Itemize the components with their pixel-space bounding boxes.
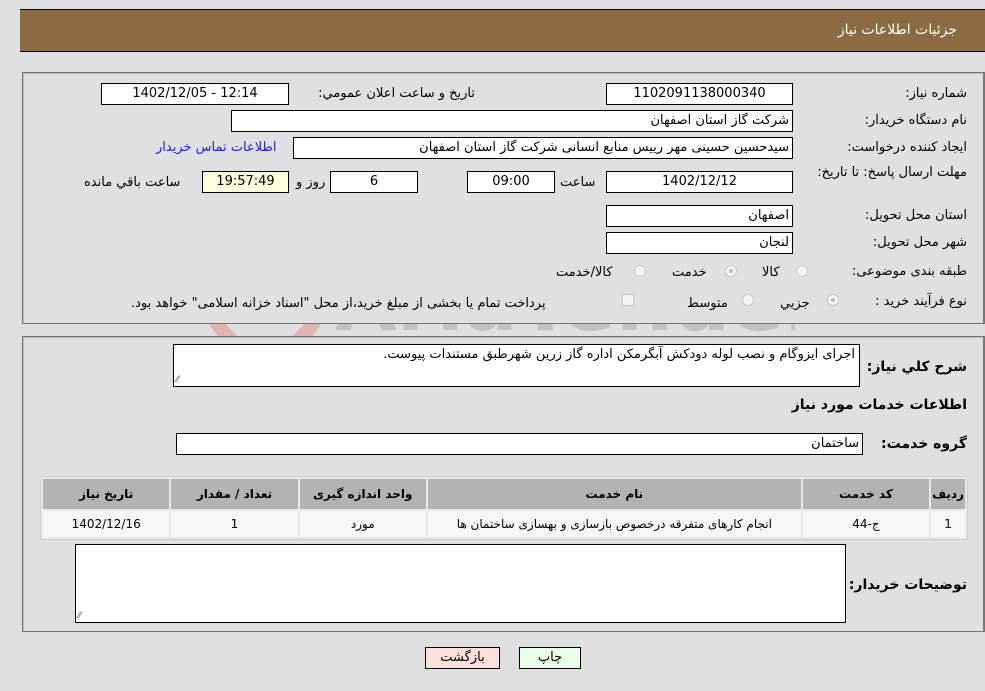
buyer-notes-textarea[interactable]: ⁄⁄: [75, 544, 846, 623]
process-option-minor: جزیي: [780, 296, 810, 311]
category-option-service: خدمت: [672, 265, 707, 280]
cell-quantity: 1: [171, 511, 298, 537]
category-label: طبقه بندی موضوعی:: [851, 264, 967, 279]
resize-grip-icon[interactable]: ⁄⁄: [78, 611, 81, 621]
announce-datetime-label: تاریخ و ساعت اعلان عمومي:: [318, 86, 475, 101]
services-heading: اطلاعات خدمات مورد نیاز: [791, 397, 967, 413]
buyer-org-label: نام دستگاه خریدار:: [864, 113, 967, 128]
need-number-label: شماره نیاز:: [905, 86, 967, 101]
general-desc-textarea[interactable]: اجرای ایزوگام و نصب لوله دودکش آبگرمکن ا…: [173, 344, 860, 387]
deadline-time-label: ساعت: [560, 175, 596, 190]
requester-field: سیدحسین حسینی مهر رییس منابع انسانی شرکت…: [293, 137, 793, 159]
resize-grip-icon[interactable]: ⁄⁄: [176, 375, 179, 385]
buyer-org-field: شرکت گاز استان اصفهان: [231, 110, 793, 132]
treasury-note: پرداخت تمام یا بخشی از مبلغ خرید،از محل …: [131, 296, 546, 311]
announce-datetime-field: 1402/12/05 - 12:14: [101, 83, 289, 105]
print-button[interactable]: چاپ: [519, 647, 581, 669]
purchase-process-label: نوع فرآیند خرید :: [875, 294, 967, 309]
delivery-city-label: شهر محل تحویل:: [872, 235, 967, 250]
category-radio-service[interactable]: [725, 265, 737, 277]
category-radio-goods[interactable]: [796, 265, 808, 277]
days-label: روز و: [296, 175, 326, 190]
cell-need-date: 1402/12/16: [43, 511, 170, 537]
remaining-time-label: ساعت باقي مانده: [84, 175, 181, 190]
delivery-province-label: استان محل تحویل:: [865, 208, 967, 223]
delivery-city-field: لنجان: [606, 232, 793, 254]
col-header-service-name: نام خدمت: [427, 479, 801, 509]
table-row: 1 ج-44 انجام کارهای متفرقه درخصوص بازساز…: [43, 511, 965, 537]
col-header-service-code: کد خدمت: [802, 479, 930, 509]
process-option-medium: متوسط: [687, 296, 728, 311]
col-header-need-date: تاریخ نیاز: [43, 479, 170, 509]
cell-row-number: 1: [931, 511, 965, 537]
treasury-checkbox[interactable]: [622, 294, 634, 306]
col-header-quantity: تعداد / مقدار: [171, 479, 298, 509]
service-group-field: ساختمان: [176, 433, 863, 455]
buyer-notes-label: توضیحات خریدار:: [848, 577, 967, 593]
category-radio-goods-service[interactable]: [634, 265, 646, 277]
general-desc-text: اجرای ایزوگام و نصب لوله دودکش آبگرمکن ا…: [383, 347, 855, 362]
category-option-goods: کالا: [762, 265, 780, 280]
col-header-unit: واحد اندازه گیری: [299, 479, 426, 509]
cell-service-code: ج-44: [802, 511, 930, 537]
deadline-date-field: 1402/12/12: [606, 171, 793, 193]
service-group-label: گروه خدمت:: [881, 436, 967, 452]
page-header: جزئیات اطلاعات نیاز: [20, 9, 985, 52]
buyer-contact-link[interactable]: اطلاعات تماس خریدار: [156, 140, 276, 155]
page-title: جزئیات اطلاعات نیاز: [837, 22, 957, 38]
deadline-label: مهلت ارسال پاسخ: تا تاریخ:: [817, 165, 967, 180]
process-radio-medium[interactable]: [742, 294, 754, 306]
back-button[interactable]: بازگشت: [425, 647, 500, 669]
table-header-row: ردیف کد خدمت نام خدمت واحد اندازه گیری ت…: [43, 479, 965, 509]
col-header-row-number: ردیف: [931, 479, 965, 509]
cell-unit: مورد: [299, 511, 426, 537]
general-desc-label: شرح کلي نیاز:: [866, 359, 967, 375]
requester-label: ایجاد کننده درخواست:: [847, 140, 967, 155]
process-radio-minor[interactable]: [827, 294, 839, 306]
services-table: ردیف کد خدمت نام خدمت واحد اندازه گیری ت…: [40, 476, 968, 540]
deadline-time-field: 09:00: [467, 171, 555, 193]
cell-service-name: انجام کارهای متفرقه درخصوص بازسازی و بهس…: [427, 511, 801, 537]
category-option-goods-service: کالا/خدمت: [556, 265, 613, 280]
remaining-days-field: 6: [330, 171, 418, 193]
need-number-field: 1102091138000340: [606, 83, 793, 105]
remaining-time-field: 19:57:49: [202, 171, 289, 193]
delivery-province-field: اصفهان: [606, 205, 793, 227]
